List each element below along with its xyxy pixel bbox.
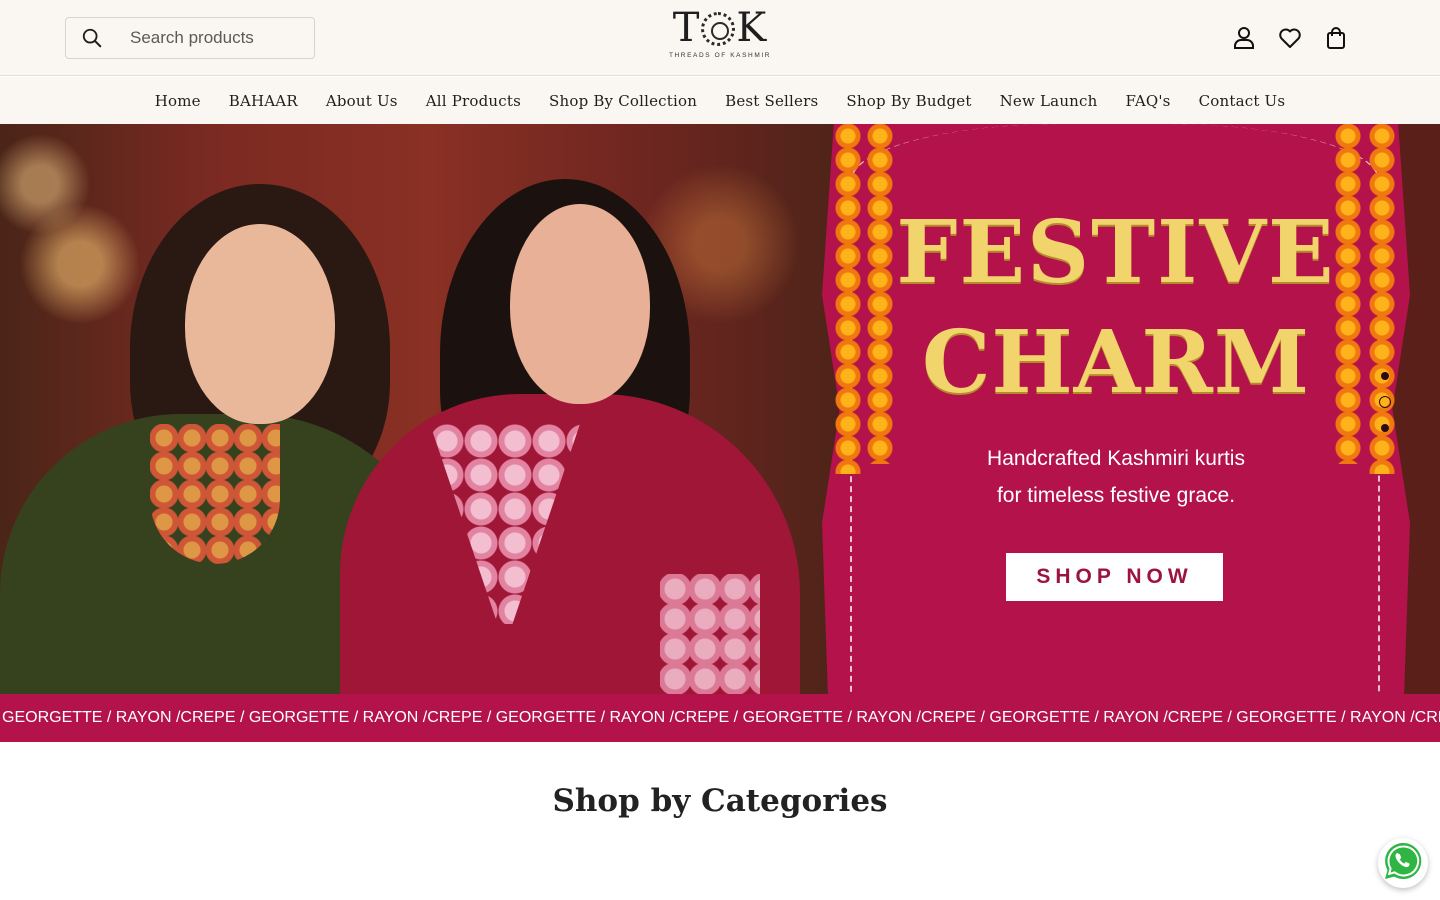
user-icon[interactable] [1232,22,1256,54]
model-right-face [510,204,650,404]
header-actions [1232,22,1348,54]
whatsapp-chat-button[interactable] [1378,838,1428,888]
carousel-dot-2-active[interactable] [1379,396,1391,408]
site-header: TK THREADS OF KASHMIR [0,0,1440,76]
nav-best-sellers[interactable]: Best Sellers [725,92,818,110]
nav-bahaar[interactable]: BAHAAR [229,92,298,110]
main-nav: Home BAHAAR About Us All Products Shop B… [0,77,1440,124]
model-left-embroidery [150,424,280,564]
hero-subtitle-line1: Handcrafted Kashmiri kurtis [987,447,1245,470]
logo-mark: TK [672,5,768,51]
nav-faqs[interactable]: FAQ's [1126,92,1171,110]
nav-shop-by-budget[interactable]: Shop By Budget [846,92,971,110]
nav-shop-by-collection[interactable]: Shop By Collection [549,92,697,110]
model-left-face [185,224,335,424]
shop-now-button[interactable]: SHOP NOW [1006,553,1223,601]
logo-tagline: THREADS OF KASHMIR [668,52,772,59]
search-box[interactable] [65,17,315,59]
search-icon[interactable] [66,18,118,58]
nav-all-products[interactable]: All Products [426,92,521,110]
hero-carousel[interactable]: FESTIVE CHARM Handcrafted Kashmiri kurti… [0,124,1440,694]
section-title: Shop by Categories [552,783,888,819]
brand-logo[interactable]: TK THREADS OF KASHMIR [660,5,780,66]
carousel-dots [1379,372,1391,432]
nav-contact-us[interactable]: Contact Us [1199,92,1286,110]
hero-title-line1: FESTIVE [896,202,1336,303]
carousel-dot-3[interactable] [1381,424,1389,432]
hero-subtitle: Handcrafted Kashmiri kurtis for timeless… [822,440,1410,514]
ticker-text: E / GEORGETTE / RAYON /CREPE / GEORGETTE… [0,709,1440,726]
nav-about-us[interactable]: About Us [326,92,398,110]
carousel-dot-1[interactable] [1381,372,1389,380]
whatsapp-icon [1382,840,1424,887]
bag-icon[interactable] [1324,22,1348,54]
fabric-ticker: E / GEORGETTE / RAYON /CREPE / GEORGETTE… [0,694,1440,742]
hero-title-line2: CHARM [921,312,1311,413]
hero-photo [0,124,860,694]
nav-new-launch[interactable]: New Launch [1000,92,1098,110]
search-input[interactable] [130,28,310,48]
heart-icon[interactable] [1278,22,1302,54]
hero-subtitle-line2: for timeless festive grace. [996,484,1236,507]
model-right-sleeve-embroidery [660,574,760,694]
nav-home[interactable]: Home [155,92,201,110]
